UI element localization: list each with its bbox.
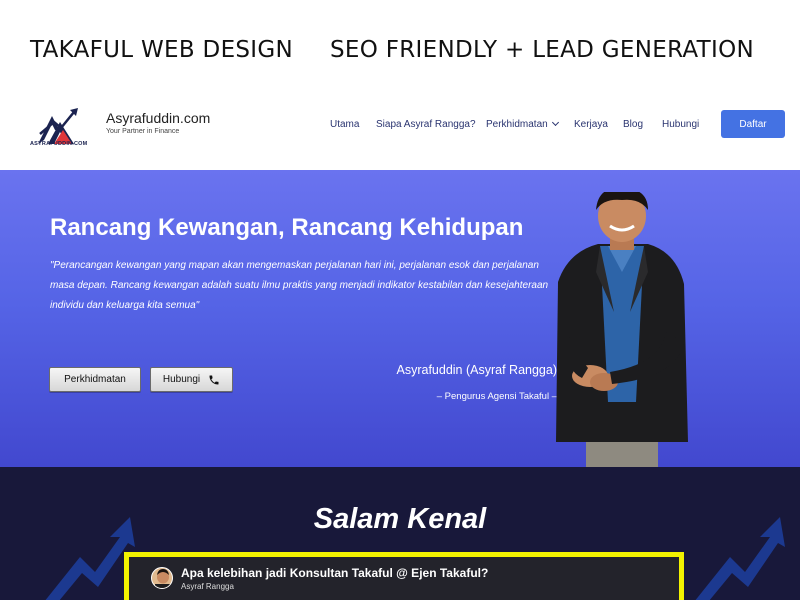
video-channel[interactable]: Asyraf Rangga bbox=[181, 582, 234, 591]
hubungi-button-label: Hubungi bbox=[162, 374, 201, 385]
perkhidmatan-button-label: Perkhidmatan bbox=[64, 374, 126, 385]
nav-item-blog[interactable]: Blog bbox=[623, 119, 643, 130]
daftar-button[interactable]: Daftar bbox=[721, 110, 785, 138]
section-heading: Salam Kenal bbox=[313, 503, 487, 535]
caption-right: SEO FRIENDLY + LEAD GENERATION bbox=[330, 37, 755, 63]
nav-item-kerjaya[interactable]: Kerjaya bbox=[574, 119, 608, 130]
intro-section: Salam Kenal Apa kelebihan jadi Konsultan… bbox=[0, 467, 800, 600]
nav-item-utama[interactable]: Utama bbox=[330, 119, 359, 130]
main-nav: Utama Siapa Asyraf Rangga? Perkhidmatan … bbox=[0, 118, 800, 133]
video-embed[interactable]: Apa kelebihan jadi Konsultan Takaful @ E… bbox=[124, 552, 684, 600]
hubungi-button[interactable]: Hubungi bbox=[150, 367, 233, 392]
nav-item-perkhidmatan[interactable]: Perkhidmatan bbox=[486, 118, 559, 130]
person-role: – Pengurus Agensi Takaful – bbox=[436, 391, 557, 402]
site-header: ASYRAFUDDIN.COM Asyrafuddin.com Your Par… bbox=[0, 92, 800, 170]
nav-item-hubungi[interactable]: Hubungi bbox=[662, 119, 699, 130]
hero-section: Rancang Kewangan, Rancang Kehidupan "Per… bbox=[0, 170, 800, 467]
perkhidmatan-button[interactable]: Perkhidmatan bbox=[49, 367, 141, 392]
chevron-down-icon bbox=[551, 118, 559, 127]
phone-icon bbox=[209, 375, 219, 384]
video-title[interactable]: Apa kelebihan jadi Konsultan Takaful @ E… bbox=[181, 566, 488, 580]
nav-item-perkhidmatan-label: Perkhidmatan bbox=[486, 119, 548, 130]
person-photo bbox=[556, 192, 688, 467]
nav-item-siapa-asyraf-rangga[interactable]: Siapa Asyraf Rangga? bbox=[376, 119, 476, 130]
top-caption-banner: TAKAFUL WEB DESIGN SEO FRIENDLY + LEAD G… bbox=[0, 0, 800, 92]
caption-left: TAKAFUL WEB DESIGN bbox=[30, 37, 294, 63]
person-name: Asyrafuddin (Asyraf Rangga) bbox=[396, 363, 558, 377]
hero-title: Rancang Kewangan, Rancang Kehidupan bbox=[50, 214, 524, 241]
logo-text: ASYRAFUDDIN.COM bbox=[30, 141, 88, 147]
channel-avatar[interactable] bbox=[151, 567, 173, 589]
hero-quote: "Perancangan kewangan yang mapan akan me… bbox=[50, 260, 549, 311]
